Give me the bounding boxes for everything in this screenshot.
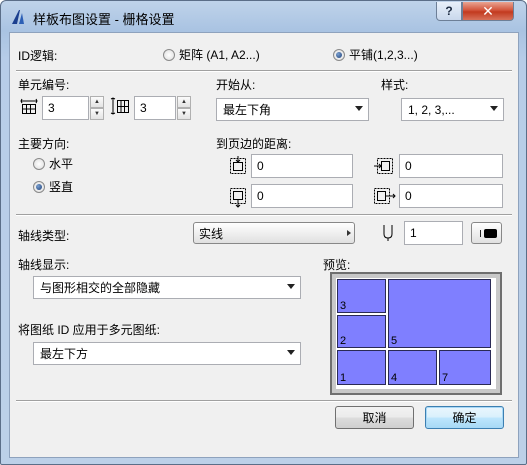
columns-up-icon[interactable]: ▲ xyxy=(90,96,104,108)
preview-pane: 1 xyxy=(337,350,386,385)
rows-stepper[interactable]: ▲ ▼ xyxy=(177,96,191,120)
axis-display-label: 轴线显示: xyxy=(18,258,70,272)
preview-pane: 5 xyxy=(388,279,491,348)
radio-tile[interactable]: 平铺(1,2,3...) xyxy=(333,46,418,63)
chevron-down-icon xyxy=(355,106,363,111)
radio-matrix-dot[interactable] xyxy=(163,48,175,61)
radio-vertical[interactable]: 竖直 xyxy=(33,178,73,195)
radio-horizontal-label: 水平 xyxy=(49,157,74,171)
line-type-button[interactable]: 实线 xyxy=(193,222,355,244)
ok-button[interactable]: 确定 xyxy=(425,406,504,429)
apply-id-select[interactable]: 最左下方 xyxy=(33,342,301,365)
archicad-icon xyxy=(12,10,24,24)
divider xyxy=(16,400,512,402)
apply-id-label: 将图纸 ID 应用于多元图纸: xyxy=(18,323,161,337)
columns-input[interactable]: 3 xyxy=(42,96,89,120)
margin-top-icon xyxy=(230,156,246,174)
divider xyxy=(16,70,512,72)
cancel-button[interactable]: 取消 xyxy=(335,406,414,429)
chevron-down-icon xyxy=(287,350,295,355)
start-from-label: 开始从: xyxy=(216,78,256,92)
columns-down-icon[interactable]: ▼ xyxy=(90,108,104,120)
chevron-down-icon xyxy=(287,284,295,289)
preview-pane: 3 xyxy=(337,279,386,313)
pen-number-input[interactable]: 1 xyxy=(404,221,463,245)
margin-bottom-input[interactable]: 0 xyxy=(251,184,353,208)
pen-bar xyxy=(480,230,481,237)
preview-pane: 2 xyxy=(337,315,386,348)
close-button[interactable]: ✕ xyxy=(462,2,514,21)
margin-left-icon xyxy=(374,158,393,174)
start-from-select[interactable]: 最左下角 xyxy=(216,98,369,121)
radio-matrix-label: 矩阵 (A1, A2...) xyxy=(179,48,260,62)
start-from-value: 最左下角 xyxy=(223,103,272,117)
id-logic-label: ID逻辑: xyxy=(18,49,58,63)
preview-pane: 4 xyxy=(388,350,437,385)
pen-color-swatch xyxy=(484,229,497,238)
help-button[interactable]: ? xyxy=(436,2,462,21)
style-select[interactable]: 1, 2, 3,... xyxy=(401,98,504,121)
dialog-window: 样板布图设置 - 栅格设置 ? ✕ ID逻辑: 矩阵 (A1, A2...) 平… xyxy=(0,0,527,465)
grid-rows-icon xyxy=(110,97,129,115)
radio-horizontal[interactable]: 水平 xyxy=(33,155,73,172)
radio-matrix[interactable]: 矩阵 (A1, A2...) xyxy=(163,46,260,63)
style-value: 1, 2, 3,... xyxy=(408,102,455,117)
window-title: 样板布图设置 - 栅格设置 xyxy=(33,12,175,27)
grid-columns-icon xyxy=(20,98,38,114)
radio-tile-dot[interactable] xyxy=(333,48,345,61)
cell-numbers-label: 单元编号: xyxy=(18,78,70,92)
preview-label: 预览: xyxy=(323,258,351,272)
axis-display-value: 与图形相交的全部隐藏 xyxy=(40,281,161,295)
dialog-body: ID逻辑: 矩阵 (A1, A2...) 平铺(1,2,3...) 单元编号: … xyxy=(9,32,519,458)
rows-up-icon[interactable]: ▲ xyxy=(177,96,191,108)
radio-tile-label: 平铺(1,2,3...) xyxy=(349,48,418,62)
margin-bottom-icon xyxy=(230,188,246,208)
preview-canvas: 3 5 2 1 4 7 xyxy=(336,278,496,389)
line-type-label: 轴线类型: xyxy=(18,229,70,243)
main-direction-label: 主要方向: xyxy=(18,137,70,151)
margin-right-icon xyxy=(374,188,396,204)
chevron-down-icon xyxy=(490,106,498,111)
preview-pane: 7 xyxy=(439,350,491,385)
margin-left-input[interactable]: 0 xyxy=(399,154,503,178)
page-margins-label: 到页边的距离: xyxy=(216,137,292,151)
chevron-right-icon xyxy=(347,230,351,236)
radio-horizontal-dot[interactable] xyxy=(33,157,45,170)
apply-id-value: 最左下方 xyxy=(40,347,89,361)
radio-vertical-label: 竖直 xyxy=(49,180,74,194)
axis-display-select[interactable]: 与图形相交的全部隐藏 xyxy=(33,276,301,299)
columns-stepper[interactable]: ▲ ▼ xyxy=(90,96,104,120)
pen-color-button[interactable] xyxy=(471,222,502,244)
rows-down-icon[interactable]: ▼ xyxy=(177,108,191,120)
divider xyxy=(16,214,512,216)
margin-top-input[interactable]: 0 xyxy=(251,154,353,178)
line-type-value: 实线 xyxy=(199,226,224,241)
preview-frame: 3 5 2 1 4 7 xyxy=(330,272,502,395)
title-bar[interactable]: 样板布图设置 - 栅格设置 ? ✕ xyxy=(1,1,526,31)
style-label: 样式: xyxy=(381,78,409,92)
margin-right-input[interactable]: 0 xyxy=(399,184,503,208)
pen-icon xyxy=(383,225,393,241)
radio-vertical-dot[interactable] xyxy=(33,180,45,193)
rows-input[interactable]: 3 xyxy=(134,96,176,120)
